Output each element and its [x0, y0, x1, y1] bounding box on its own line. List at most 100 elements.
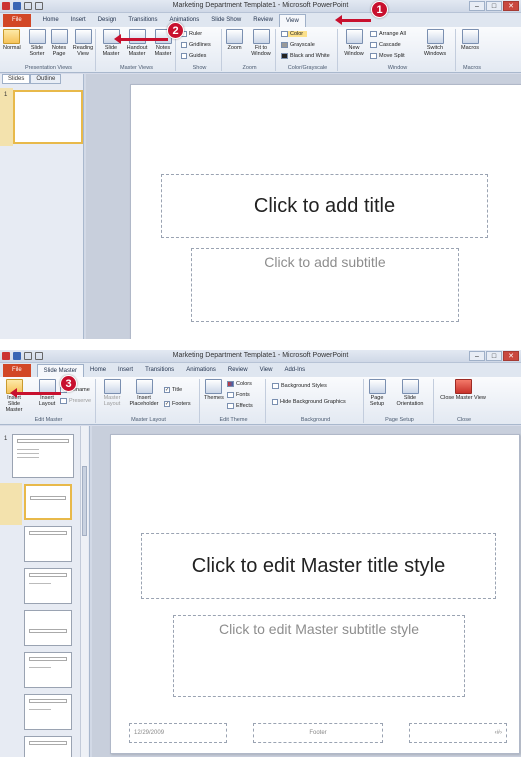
minimize-icon[interactable]: – [469, 1, 485, 11]
tab-file[interactable]: File [3, 14, 31, 27]
layout-thumbnail[interactable] [24, 484, 72, 520]
title-placeholder[interactable]: Click to add title [161, 174, 488, 238]
layout-thumbnail[interactable] [24, 736, 72, 757]
group-macros: Macros Macros [458, 29, 486, 71]
master-title-placeholder[interactable]: Click to edit Master title style [141, 533, 496, 599]
title-checkbox[interactable]: ✓ Title [164, 387, 182, 393]
minimize-icon[interactable]: – [469, 351, 485, 361]
window-controls: – □ ✕ [468, 1, 519, 11]
reading-view-button[interactable]: Reading View [72, 29, 94, 57]
tab-file[interactable]: File [3, 364, 31, 377]
tab-insert[interactable]: Insert [112, 364, 139, 377]
thumbnail-scrollbar[interactable] [80, 426, 88, 757]
layout-thumbnail[interactable] [24, 694, 72, 730]
date-placeholder[interactable]: 12/29/2009 [129, 723, 227, 743]
selection-highlight [0, 483, 22, 525]
master-thumbnail[interactable] [12, 434, 74, 478]
handout-master-button[interactable]: Handout Master [124, 29, 150, 57]
hide-background-graphics-checkbox[interactable]: Hide Background Graphics [272, 399, 346, 405]
page-setup-button[interactable]: Page Setup [368, 379, 386, 407]
notes-page-button[interactable]: Notes Page [49, 29, 69, 57]
group-edit-master: Insert Slide Master Insert Layout Rename… [2, 379, 96, 423]
ribbon-tabs: File Home Insert Design Transitions Anim… [0, 13, 521, 27]
layout-thumbnail[interactable] [24, 526, 72, 562]
move-split-button[interactable]: Move Split [370, 53, 405, 59]
switch-windows-button[interactable]: Switch Windows [420, 29, 450, 57]
tab-transitions[interactable]: Transitions [139, 364, 180, 377]
maximize-icon[interactable]: □ [486, 351, 502, 361]
slide-thumbnail[interactable] [13, 90, 83, 144]
preserve-button[interactable]: Preserve [60, 398, 91, 404]
gridlines-checkbox[interactable]: Gridlines [181, 42, 211, 48]
master-layout-button[interactable]: Master Layout [101, 379, 123, 407]
insert-placeholder-button[interactable]: Insert Placeholder [126, 379, 162, 407]
slide-number: 1 [4, 92, 8, 98]
group-label: Close [456, 417, 472, 423]
color-button[interactable]: Color [281, 31, 308, 37]
guides-checkbox[interactable]: Guides [181, 53, 206, 59]
layout-thumbnail[interactable] [24, 610, 72, 646]
tab-home[interactable]: Home [84, 364, 112, 377]
group-show: Ruler Gridlines Guides Show [178, 29, 222, 71]
subtitle-placeholder[interactable]: Click to add subtitle [191, 248, 459, 322]
themes-button[interactable]: Themes [204, 379, 224, 401]
tab-slides[interactable]: Slides [2, 74, 31, 84]
tab-home[interactable]: Home [37, 14, 65, 27]
tab-insert[interactable]: Insert [65, 14, 92, 27]
grayscale-button[interactable]: Grayscale [281, 42, 315, 48]
background-styles-button[interactable]: Background Styles [272, 383, 327, 389]
slide-editing-area: Click to edit Master title style Click t… [92, 426, 521, 757]
fit-to-window-button[interactable]: Fit to Window [248, 29, 274, 57]
layout-thumbnail[interactable] [24, 568, 72, 604]
new-window-button[interactable]: New Window [343, 29, 365, 57]
callout-1: 1 [371, 1, 388, 18]
close-icon[interactable]: ✕ [503, 1, 519, 11]
window-controls: – □ ✕ [468, 351, 519, 361]
tab-review[interactable]: Review [222, 364, 254, 377]
tab-slide-master[interactable]: Slide Master [36, 364, 85, 377]
layout-thumbnail[interactable] [24, 652, 72, 688]
tab-view[interactable]: View [278, 14, 306, 27]
zoom-button[interactable]: Zoom [226, 29, 243, 51]
cascade-button[interactable]: Cascade [370, 42, 401, 48]
close-icon[interactable]: ✕ [503, 351, 519, 361]
group-background: Background Styles Hide Background Graphi… [268, 379, 364, 423]
group-label: Edit Master [34, 417, 63, 423]
effects-button[interactable]: Effects [227, 403, 253, 409]
colors-button[interactable]: Colors [227, 381, 252, 387]
maximize-icon[interactable]: □ [486, 1, 502, 11]
arrow-to-insert-slide-master [10, 388, 61, 398]
tab-design[interactable]: Design [92, 14, 123, 27]
close-master-view-button[interactable]: Close Master View [438, 379, 488, 401]
tab-outline[interactable]: Outline [30, 74, 62, 84]
tab-review[interactable]: Review [247, 14, 279, 27]
tab-transitions[interactable]: Transitions [122, 14, 163, 27]
macros-button[interactable]: Macros [461, 29, 479, 51]
group-color-grayscale: Color Grayscale Black and White Color/Gr… [278, 29, 338, 71]
title-bar: Marketing Department Template1 - Microso… [0, 0, 521, 13]
tab-animations[interactable]: Animations [180, 364, 222, 377]
footers-checkbox[interactable]: ✓ Footers [164, 401, 191, 407]
tab-view[interactable]: View [254, 364, 279, 377]
group-master-views: Slide Master Handout Master Notes Master… [98, 29, 176, 71]
black-and-white-button[interactable]: Black and White [281, 53, 330, 59]
arrange-all-button[interactable]: Arrange All [370, 31, 406, 37]
tab-slide-show[interactable]: Slide Show [205, 14, 247, 27]
slide-number-placeholder[interactable]: ‹#› [409, 723, 507, 743]
slide-number: 1 [4, 436, 8, 442]
tab-add-ins[interactable]: Add-Ins [278, 364, 311, 377]
fonts-button[interactable]: Fonts [227, 392, 250, 398]
scrollbar-thumb[interactable] [82, 466, 87, 536]
slide-orientation-button[interactable]: Slide Orientation [390, 379, 430, 407]
master-subtitle-placeholder[interactable]: Click to edit Master subtitle style [173, 615, 465, 697]
ribbon-view: Normal Slide Sorter Notes Page Reading V… [0, 27, 521, 73]
group-close: Close Master View Close [436, 379, 492, 423]
group-label: Macros [462, 65, 482, 71]
group-label: Master Layout [131, 417, 166, 423]
normal-button[interactable]: Normal [3, 29, 21, 51]
group-presentation-views: Normal Slide Sorter Notes Page Reading V… [2, 29, 96, 71]
footer-placeholder[interactable]: Footer [253, 723, 383, 743]
group-label: Page Setup [385, 417, 414, 423]
ruler-checkbox[interactable]: Ruler [181, 31, 202, 37]
slide-sorter-button[interactable]: Slide Sorter [26, 29, 48, 57]
